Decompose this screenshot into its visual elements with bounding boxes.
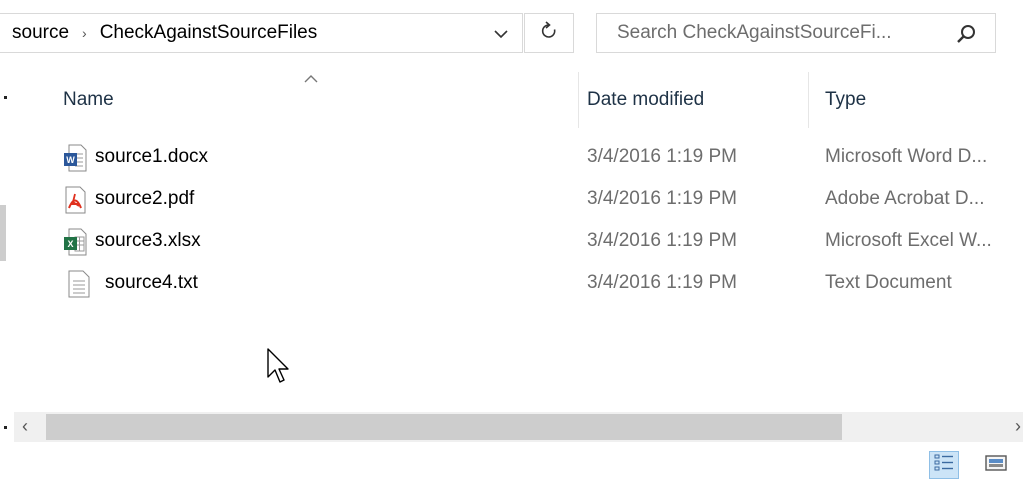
svg-text:W: W	[66, 155, 75, 165]
file-date-modified: 3/4/2016 1:19 PM	[587, 188, 737, 209]
horizontal-scroll-thumb[interactable]	[46, 414, 842, 440]
left-pane-edge-marker	[4, 426, 7, 429]
file-name[interactable]: source4.txt	[105, 272, 198, 294]
file-date-modified: 3/4/2016 1:19 PM	[587, 146, 737, 167]
search-icon[interactable]	[955, 23, 977, 50]
file-type: Microsoft Word D...	[825, 146, 988, 167]
refresh-button[interactable]	[524, 13, 574, 53]
breadcrumb-separator: ›	[82, 25, 87, 41]
details-view-button[interactable]	[929, 451, 959, 479]
file-row[interactable]: X source3.xlsx 3/4/2016 1:19 PM Microsof…	[0, 221, 1023, 263]
file-date-modified: 3/4/2016 1:19 PM	[587, 272, 737, 293]
word-document-icon: W	[63, 144, 87, 177]
search-box[interactable]: Search CheckAgainstSourceFi...	[596, 13, 996, 53]
horizontal-scrollbar[interactable]: ‹ ›	[14, 412, 1023, 442]
file-type: Adobe Acrobat D...	[825, 188, 985, 209]
mouse-cursor-icon	[267, 348, 291, 393]
file-date-modified: 3/4/2016 1:19 PM	[587, 230, 737, 251]
file-row[interactable]: W source1.docx 3/4/2016 1:19 PM Microsof…	[0, 137, 1023, 179]
column-header-date-modified[interactable]: Date modified	[587, 89, 704, 111]
pdf-document-icon	[63, 186, 87, 219]
sort-ascending-icon	[303, 71, 319, 89]
address-bar[interactable]: source › CheckAgainstSourceFiles	[0, 13, 523, 53]
column-header-name[interactable]: Name	[63, 89, 114, 111]
file-row[interactable]: source2.pdf 3/4/2016 1:19 PM Adobe Acrob…	[0, 179, 1023, 221]
column-divider[interactable]	[578, 72, 579, 128]
text-document-icon	[68, 270, 90, 303]
file-type: Text Document	[825, 272, 952, 293]
file-name[interactable]: source2.pdf	[95, 188, 194, 210]
breadcrumb-source[interactable]: source	[12, 22, 69, 44]
file-type: Microsoft Excel W...	[825, 230, 992, 251]
refresh-icon	[540, 20, 558, 46]
breadcrumb-current-folder[interactable]: CheckAgainstSourceFiles	[100, 22, 318, 44]
file-name[interactable]: source1.docx	[95, 146, 208, 168]
details-view-icon	[934, 454, 954, 477]
svg-text:X: X	[67, 239, 73, 249]
chevron-down-icon[interactable]	[490, 23, 512, 45]
file-name[interactable]: source3.xlsx	[95, 230, 201, 252]
large-icons-view-icon	[985, 454, 1007, 477]
excel-document-icon: X	[63, 228, 87, 261]
scroll-right-button[interactable]: ›	[1015, 416, 1021, 437]
column-divider[interactable]	[808, 72, 809, 128]
large-icons-view-button[interactable]	[981, 451, 1011, 479]
column-header-type[interactable]: Type	[825, 89, 866, 111]
scroll-left-button[interactable]: ‹	[22, 416, 28, 437]
search-input[interactable]: Search CheckAgainstSourceFi...	[617, 22, 892, 44]
file-row[interactable]: source4.txt 3/4/2016 1:19 PM Text Docume…	[0, 263, 1023, 305]
left-pane-edge-marker	[4, 96, 7, 99]
